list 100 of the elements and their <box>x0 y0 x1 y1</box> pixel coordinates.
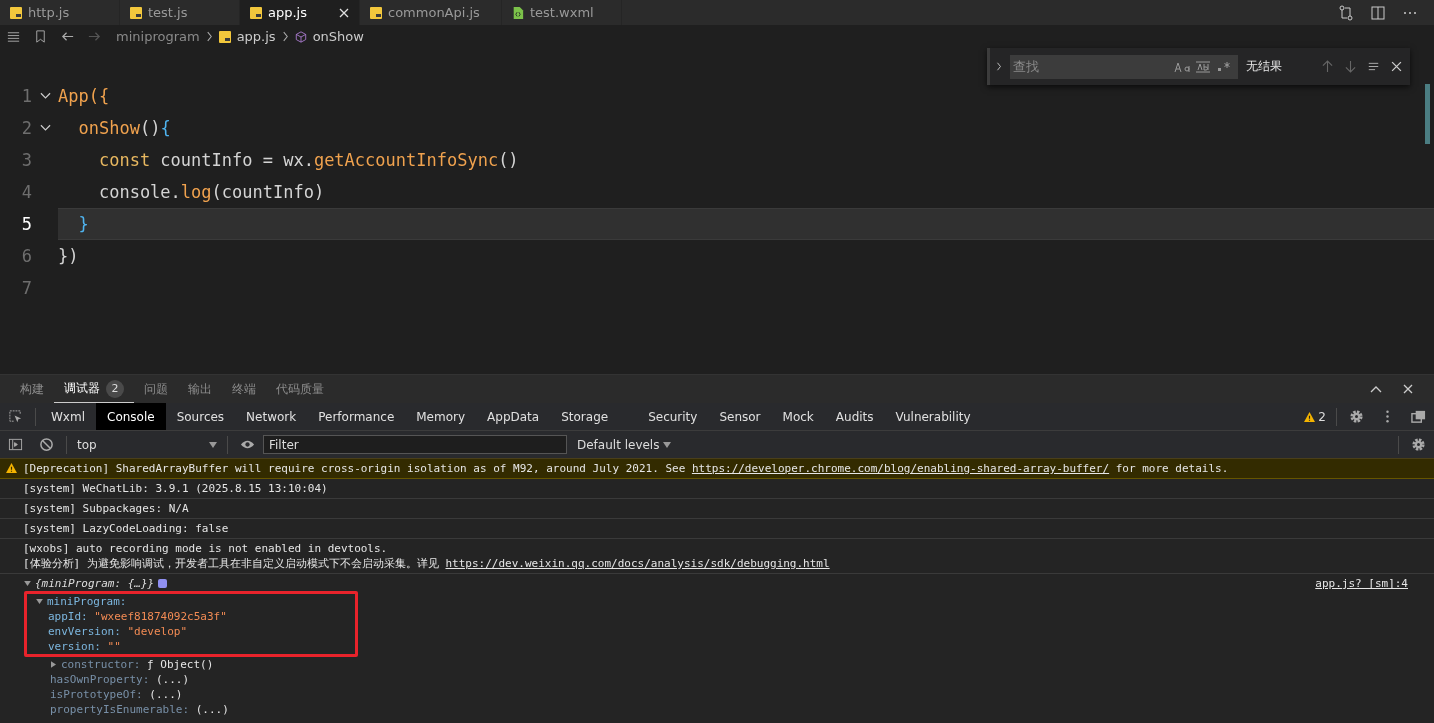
devtools-tab[interactable]: Security <box>637 403 709 430</box>
close-icon[interactable] <box>339 7 349 18</box>
code-line: } <box>77 214 89 234</box>
chevron-icon[interactable] <box>996 61 1002 72</box>
panel-tab[interactable]: 代码质量 <box>266 375 334 403</box>
context-select[interactable]: top <box>71 437 223 452</box>
line-number: 5 <box>20 214 32 234</box>
chevron-up-icon[interactable] <box>1370 384 1382 394</box>
property-row-text: appId: "wxeef81874092c5a3f" <box>47 609 228 624</box>
warning-count-text: 2 <box>1318 409 1326 424</box>
code-file-icon <box>512 6 524 19</box>
js-file-icon <box>218 30 231 43</box>
property-row-text: envVersion: "develop" <box>47 624 189 639</box>
bookmark-icon[interactable] <box>33 29 48 44</box>
settings-icon[interactable] <box>1411 437 1426 452</box>
breadcrumb-item[interactable]: onShow <box>312 29 364 44</box>
scrollbar-marker <box>1425 84 1430 144</box>
property-row: constructor: ƒ Object() <box>61 658 214 671</box>
message-text: [system] WeChatLib: 3.9.1 (2025.8.15 13:10:04) <box>23 481 328 496</box>
panel-tab[interactable]: 问题 <box>134 375 178 403</box>
link[interactable]: https://developer.chrome.com/blog/enabling-shared-array-buffer/ <box>691 462 1110 475</box>
panel-tab[interactable]: 输出 <box>178 375 222 403</box>
regex-icon[interactable] <box>1215 60 1232 73</box>
message-text: [Deprecation] SharedArrayBuffer will require cross-origin isolation as of M92, around July 2021. See https://developer.chrome.com/blog/enabling-shared-array-buffer/ for more details. <box>23 461 1229 476</box>
devtools-tab[interactable]: Storage <box>550 403 620 430</box>
log-levels-dropdown[interactable]: Default levels <box>577 437 672 452</box>
fold-chevron-icon[interactable] <box>39 124 51 132</box>
editor-tab[interactable]: app.js <box>240 0 360 25</box>
sidebar-toggle-icon[interactable] <box>8 437 23 452</box>
settings-icon[interactable] <box>1349 409 1364 424</box>
warning-icon <box>1304 411 1316 422</box>
devtools-tab[interactable]: Mock <box>771 403 825 430</box>
compare-changes-icon[interactable] <box>1338 4 1354 21</box>
code-line: const countInfo = wx.getAccountInfoSync() <box>97 150 519 170</box>
list-icon[interactable] <box>6 29 21 44</box>
message-text: [wxobs] auto recording mode is not enabled in devtools. <box>23 541 389 556</box>
js-file-icon <box>10 6 22 19</box>
devtools-tab[interactable]: Sources <box>165 403 236 430</box>
devtools-tab[interactable]: Vulnerability <box>884 403 982 430</box>
message-text: [system] Subpackages: N/A <box>23 501 189 516</box>
message-text: [体验分析] 为避免影响调试，开发者工具在非自定义启动模式下不会启动采集。详见 https://dev.weixin.qq.com/docs/analysis/sdk/debugging.html <box>23 556 830 571</box>
dropdown-triangle-icon <box>209 441 217 448</box>
arrow-down-icon[interactable] <box>1344 60 1356 73</box>
line-number: 7 <box>20 278 32 298</box>
devtools-tab[interactable]: Console <box>96 403 166 430</box>
message-text: [system] LazyCodeLoading: false <box>23 521 229 536</box>
devtools-tab[interactable]: Audits <box>824 403 885 430</box>
devtools-tab[interactable]: Wxml <box>40 403 96 430</box>
devtools-tab[interactable]: Network <box>235 403 308 430</box>
fold-chevron-icon[interactable] <box>39 92 51 100</box>
warning-icon <box>6 463 17 473</box>
line-number: 1 <box>20 86 32 106</box>
chevron-icon <box>281 31 289 42</box>
devtools-tab[interactable]: Sensor <box>708 403 772 430</box>
find-in-selection-icon[interactable] <box>1367 60 1379 73</box>
breadcrumb-item[interactable]: app.js <box>236 29 276 44</box>
code-line: onShow(){ <box>77 118 171 138</box>
breadcrumb-item[interactable]: miniprogram <box>116 29 200 44</box>
code-line: App({ <box>58 86 110 106</box>
panel-tab[interactable]: 构建 <box>10 375 54 403</box>
match-case-icon[interactable] <box>1173 60 1190 73</box>
filter-input[interactable]: Filter <box>263 435 567 454</box>
property-row: propertyIsEnumerable: (...) <box>50 703 229 716</box>
expand-triangle-icon[interactable] <box>24 581 31 586</box>
inspect-element-icon[interactable] <box>8 409 23 424</box>
js-file-icon <box>130 6 142 19</box>
find-field[interactable]: 查找 <box>1009 54 1238 79</box>
link[interactable]: https://dev.weixin.qq.com/docs/analysis/sdk/debugging.html <box>445 557 830 570</box>
cube-icon <box>294 30 307 43</box>
devtools-tab[interactable]: Performance <box>307 403 406 430</box>
source-link[interactable]: app.js? [sm]:4 <box>1315 577 1408 590</box>
split-editor-icon[interactable] <box>1370 4 1386 21</box>
js-file-icon <box>250 6 262 19</box>
devtools-tab[interactable]: Memory <box>405 403 477 430</box>
js-file-icon <box>370 6 382 19</box>
code-line: console.log(countInfo) <box>97 182 325 202</box>
line-number: 6 <box>20 246 32 266</box>
code-line: }) <box>58 246 79 266</box>
object-summary[interactable]: {miniProgram: {…}} <box>35 577 155 590</box>
property-row-text: version: "" <box>47 639 122 654</box>
property-row: hasOwnProperty: (...) <box>50 673 190 686</box>
close-icon[interactable] <box>1402 384 1414 394</box>
whole-word-icon[interactable] <box>1194 60 1211 73</box>
line-number: 2 <box>20 118 32 138</box>
expand-triangle-icon[interactable] <box>36 599 43 604</box>
property-key: miniProgram: <box>47 595 127 608</box>
devtools-tab[interactable]: AppData <box>476 403 551 430</box>
warning-count[interactable]: 2 <box>1298 409 1332 424</box>
line-number: 4 <box>20 182 32 202</box>
find-input[interactable]: 查找 <box>1009 58 1169 75</box>
undock-icon[interactable] <box>1411 409 1426 424</box>
close-icon[interactable] <box>1391 60 1402 73</box>
panel-tab[interactable]: 终端 <box>222 375 266 403</box>
line-number: 3 <box>20 150 32 170</box>
expand-triangle-icon[interactable] <box>51 661 56 668</box>
property-row: isPrototypeOf: (...) <box>50 688 183 701</box>
count-badge: 2 <box>106 379 124 398</box>
find-result: 无结果 <box>1245 58 1282 75</box>
arrow-up-icon[interactable] <box>1321 60 1333 73</box>
clear-console-icon[interactable] <box>39 437 54 452</box>
